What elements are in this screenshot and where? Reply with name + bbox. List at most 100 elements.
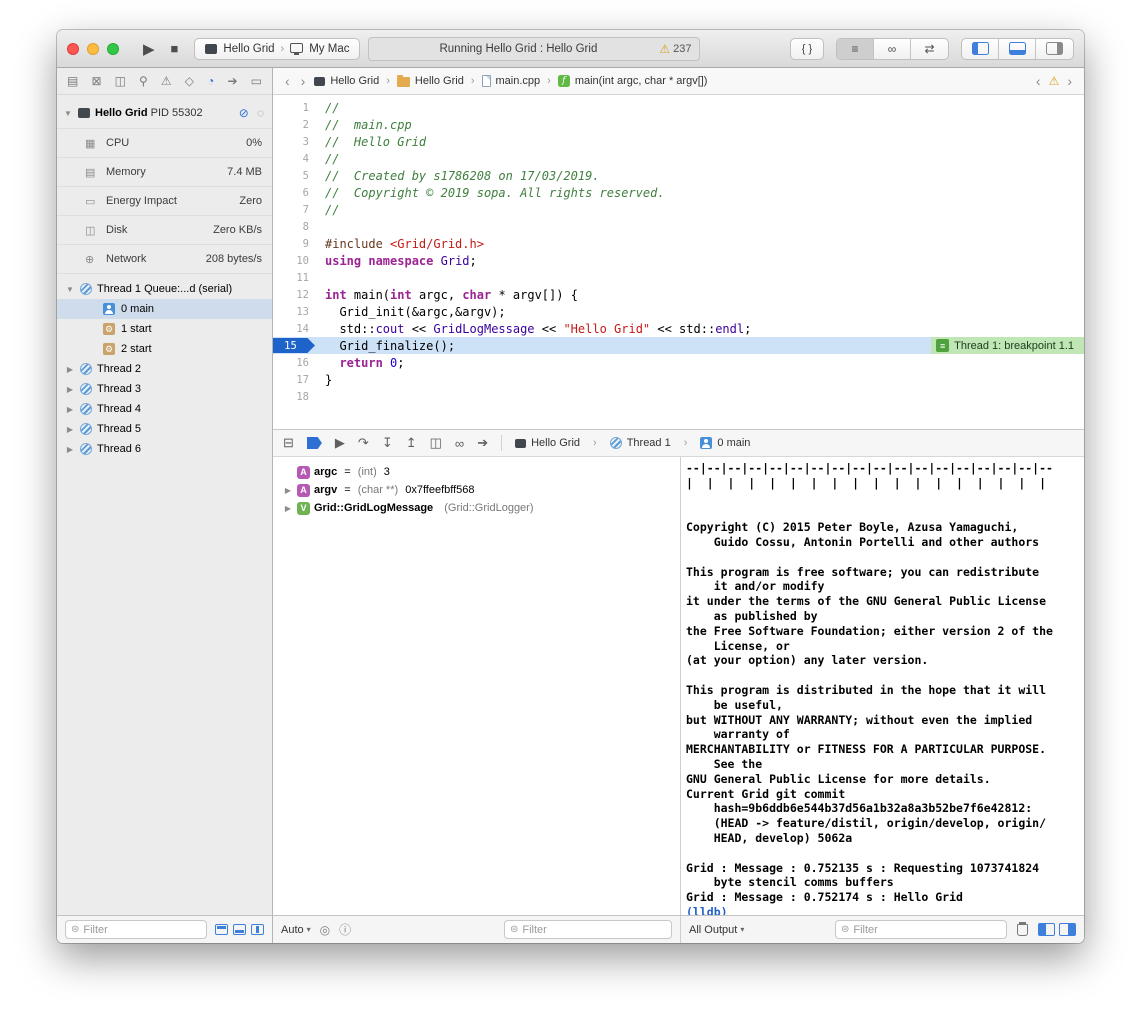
breakpoint-navigator-icon[interactable]: ➔ xyxy=(227,74,237,88)
breakpoint-badge[interactable]: 15 xyxy=(273,338,315,353)
view-hierarchy-button[interactable]: ◫ xyxy=(430,435,442,451)
issue-navigator-icon[interactable]: ⚠ xyxy=(161,74,172,88)
navigator-filter-input[interactable] xyxy=(83,924,201,936)
code-line[interactable]: 2// main.cpp xyxy=(273,116,1084,133)
step-over-button[interactable]: ↷ xyxy=(358,435,369,451)
line-gutter[interactable]: 10 xyxy=(273,255,319,267)
process-row[interactable]: ▼ Hello Grid PID 55302 ⊘ ◌ xyxy=(57,101,272,125)
code-line[interactable]: 8 xyxy=(273,218,1084,235)
code-line[interactable]: 15 Grid_finalize();≡Thread 1: breakpoint… xyxy=(273,337,1084,354)
line-gutter[interactable]: 13 xyxy=(273,306,319,318)
source-editor[interactable]: 1//2// main.cpp3// Hello Grid4//5// Crea… xyxy=(273,95,1084,429)
gauge-row[interactable]: ▦CPU0% xyxy=(57,129,272,158)
variable-row[interactable]: ▶VGrid::GridLogMessage (Grid::GridLogger… xyxy=(283,499,680,517)
breakpoint-annotation[interactable]: ≡Thread 1: breakpoint 1.1 xyxy=(931,337,1084,354)
line-gutter[interactable]: 9 xyxy=(273,238,319,250)
gauge-row[interactable]: ⊕Network208 bytes/s xyxy=(57,245,272,274)
stack-frame-row[interactable]: ⚙2 start xyxy=(57,339,272,359)
assistant-editor-button[interactable]: ∞ xyxy=(874,39,911,59)
code-line[interactable]: 3// Hello Grid xyxy=(273,133,1084,150)
jumpbar-item-symbol[interactable]: f main(int argc, char * argv[]) xyxy=(558,75,708,87)
variable-row[interactable]: Aargc = (int) 3 xyxy=(283,463,680,481)
thread-row[interactable]: ▼Thread 1 Queue:...d (serial) xyxy=(57,279,272,299)
disclosure-triangle-icon[interactable]: ▶ xyxy=(65,385,75,394)
disclosure-triangle-icon[interactable]: ▼ xyxy=(63,109,73,118)
memory-graph-button[interactable]: ∞ xyxy=(455,436,464,451)
code-line[interactable]: 18 xyxy=(273,388,1084,405)
show-console-view-icon[interactable] xyxy=(1059,923,1076,936)
line-gutter[interactable]: 5 xyxy=(273,170,319,182)
toggle-debug-area-button[interactable] xyxy=(999,39,1036,59)
test-navigator-icon[interactable]: ◇ xyxy=(185,74,194,88)
navigator-filter-field[interactable]: ⊜ xyxy=(65,920,207,939)
line-gutter[interactable]: 1 xyxy=(273,102,319,114)
clear-console-button[interactable] xyxy=(1017,924,1028,936)
code-line[interactable]: 17} xyxy=(273,371,1084,388)
line-gutter[interactable]: 3 xyxy=(273,136,319,148)
issues-indicator[interactable]: ⚠ 237 xyxy=(659,42,691,56)
code-line[interactable]: 5// Created by s1786208 on 17/03/2019. xyxy=(273,167,1084,184)
line-gutter[interactable]: 7 xyxy=(273,204,319,216)
jumpbar-item-project[interactable]: Hello Grid xyxy=(314,75,379,87)
stop-button[interactable]: ■ xyxy=(171,41,179,56)
console-filter-input[interactable] xyxy=(853,924,1001,936)
code-line[interactable]: 16 return 0; xyxy=(273,354,1084,371)
thread-row[interactable]: ▶Thread 3 xyxy=(57,379,272,399)
variable-scope-select[interactable]: Auto ▾ xyxy=(281,924,311,936)
line-gutter[interactable]: 17 xyxy=(273,374,319,386)
lldb-prompt[interactable]: (lldb) xyxy=(686,905,1084,915)
variables-filter-field[interactable]: ⊜ xyxy=(504,920,672,939)
disclosure-triangle-icon[interactable]: ▶ xyxy=(283,504,293,513)
code-snippet-button[interactable]: { } xyxy=(790,38,824,60)
debug-crumb-thread[interactable]: Thread 1 xyxy=(610,437,671,449)
console-output-select[interactable]: All Output ▾ xyxy=(689,924,744,936)
debug-navigator-icon[interactable]: ◔ xyxy=(207,74,214,88)
sidebar-filter-toggle-icon-1[interactable] xyxy=(215,924,228,935)
sidebar-filter-toggle-icon-3[interactable] xyxy=(251,924,264,935)
hide-debug-area-button[interactable]: ⊟ xyxy=(283,435,294,451)
code-line[interactable]: 1// xyxy=(273,99,1084,116)
sidebar-filter-toggle-icon-2[interactable] xyxy=(233,924,246,935)
simulate-location-button[interactable]: ➔ xyxy=(477,435,488,451)
jumpbar-item-file[interactable]: main.cpp xyxy=(482,75,541,87)
thread-row[interactable]: ▶Thread 2 xyxy=(57,359,272,379)
close-window-button[interactable] xyxy=(67,43,79,55)
line-gutter[interactable]: 2 xyxy=(273,119,319,131)
minimize-window-button[interactable] xyxy=(87,43,99,55)
stack-frame-row[interactable]: 0 main xyxy=(57,299,272,319)
continue-button[interactable]: ▶ xyxy=(335,435,345,451)
code-line[interactable]: 6// Copyright © 2019 sopa. All rights re… xyxy=(273,184,1084,201)
variables-view[interactable]: Aargc = (int) 3▶Aargv = (char **) 0x7ffe… xyxy=(273,457,681,915)
gauge-row[interactable]: ▤Memory7.4 MB xyxy=(57,158,272,187)
disclosure-triangle-icon[interactable]: ▶ xyxy=(65,365,75,374)
step-into-button[interactable]: ↧ xyxy=(382,435,393,451)
variables-filter-input[interactable] xyxy=(522,924,666,936)
symbol-navigator-icon[interactable]: ◫ xyxy=(115,74,126,88)
code-line[interactable]: 13 Grid_init(&argc,&argv); xyxy=(273,303,1084,320)
breakpoints-toggle-button[interactable] xyxy=(307,437,322,449)
disclosure-triangle-icon[interactable]: ▶ xyxy=(283,486,293,495)
find-navigator-icon[interactable]: ⚲ xyxy=(139,74,148,88)
line-gutter[interactable]: 14 xyxy=(273,323,319,335)
pause-process-icon[interactable]: ⊘ xyxy=(239,106,249,120)
line-gutter[interactable]: 4 xyxy=(273,153,319,165)
standard-editor-button[interactable]: ≡ xyxy=(837,39,874,59)
disclosure-triangle-icon[interactable]: ▶ xyxy=(65,405,75,414)
code-line[interactable]: 7// xyxy=(273,201,1084,218)
line-gutter[interactable]: 6 xyxy=(273,187,319,199)
line-gutter[interactable]: 15 xyxy=(273,338,319,353)
gauge-row[interactable]: ◫DiskZero KB/s xyxy=(57,216,272,245)
code-line[interactable]: 14 std::cout << GridLogMessage << "Hello… xyxy=(273,320,1084,337)
console-view[interactable]: --|--|--|--|--|--|--|--|--|--|--|--|--|-… xyxy=(681,457,1084,915)
line-gutter[interactable]: 8 xyxy=(273,221,319,233)
scheme-selector[interactable]: Hello Grid › My Mac xyxy=(194,38,360,60)
stack-frame-row[interactable]: ⚙1 start xyxy=(57,319,272,339)
code-line[interactable]: 10using namespace Grid; xyxy=(273,252,1084,269)
back-button[interactable]: ‹ xyxy=(283,73,292,89)
thread-row[interactable]: ▶Thread 4 xyxy=(57,399,272,419)
info-icon[interactable]: ⓘ xyxy=(339,921,351,938)
report-navigator-icon[interactable]: ▭ xyxy=(251,74,262,88)
code-line[interactable]: 4// xyxy=(273,150,1084,167)
previous-issue-button[interactable]: ‹ xyxy=(1034,73,1043,89)
disclosure-triangle-icon[interactable]: ▼ xyxy=(65,285,75,294)
